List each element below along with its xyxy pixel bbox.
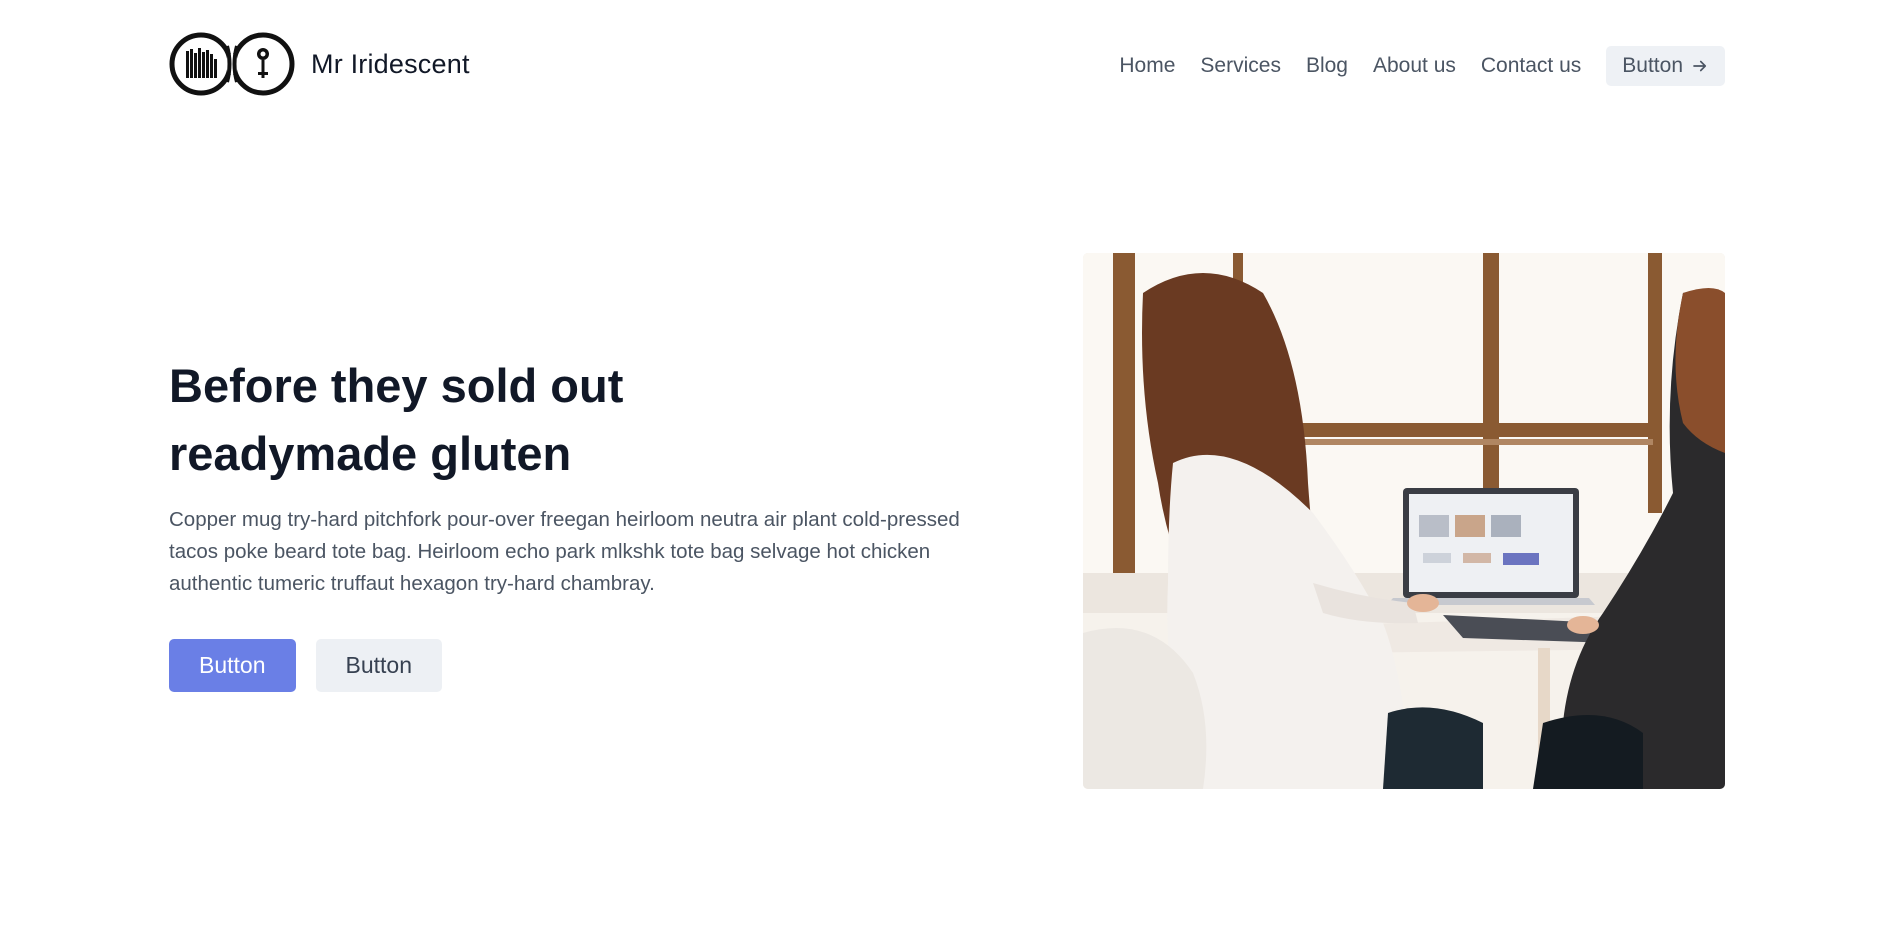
nav-link-home[interactable]: Home: [1119, 54, 1175, 78]
secondary-button[interactable]: Button: [315, 639, 442, 692]
hero-title: Before they sold out readymade gluten: [169, 352, 729, 488]
nav-link-contact-us[interactable]: Contact us: [1481, 54, 1581, 78]
hero-image: [1083, 253, 1725, 789]
nav-link-services[interactable]: Services: [1200, 54, 1281, 78]
site-header: Mr Iridescent Home Services Blog About u…: [0, 0, 1882, 134]
main-nav: Home Services Blog About us Contact us B…: [1119, 46, 1725, 86]
nav-link-about-us[interactable]: About us: [1373, 54, 1456, 78]
header-cta-button[interactable]: Button: [1606, 46, 1725, 86]
brand-name: Mr Iridescent: [311, 48, 470, 79]
arrow-right-icon: [1693, 60, 1707, 72]
mr-logo-icon: [169, 32, 295, 96]
hero-description: Copper mug try-hard pitchfork pour-over …: [169, 508, 960, 595]
header-cta-label: Button: [1622, 54, 1683, 77]
hero-photo-illustration: [1083, 253, 1725, 789]
logo[interactable]: Mr Iridescent: [169, 32, 470, 96]
hero-buttons: Button Button: [169, 639, 442, 692]
hero-title-line-1: Before they sold out: [169, 359, 624, 412]
primary-button[interactable]: Button: [169, 639, 296, 692]
nav-link-blog[interactable]: Blog: [1306, 54, 1348, 78]
hero-title-line-2: readymade gluten: [169, 427, 572, 480]
